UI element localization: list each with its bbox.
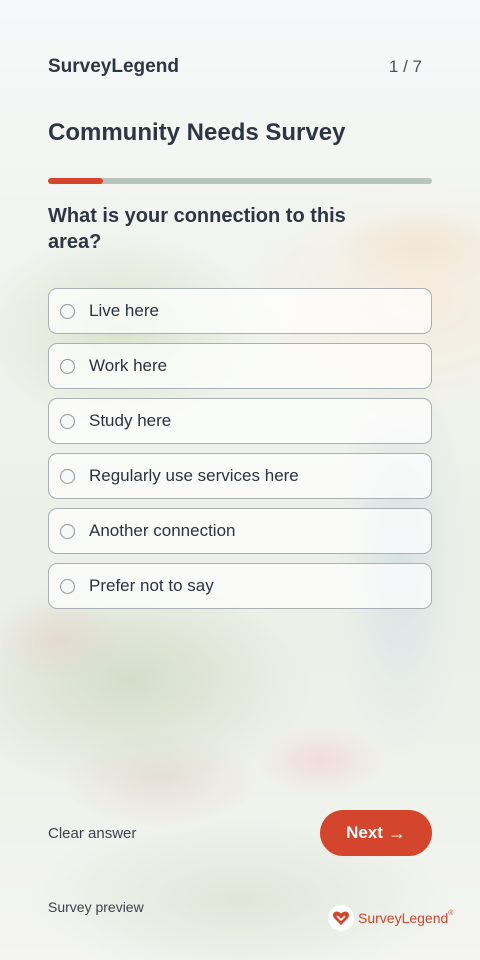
clear-answer-link[interactable]: Clear answer xyxy=(48,825,136,842)
next-button-label: Next xyxy=(346,823,383,842)
progress-fill xyxy=(48,178,103,184)
answer-options: Live here Work here Study here Regularly… xyxy=(48,288,432,609)
header: SurveyLegend 1 / 7 xyxy=(48,56,422,78)
option-label: Another connection xyxy=(89,521,236,540)
radio-unchecked-icon[interactable] xyxy=(60,523,75,539)
question-text: What is your connection to this area? xyxy=(48,205,346,253)
option-label: Study here xyxy=(89,411,172,430)
footer-logo[interactable]: SurveyLegend® xyxy=(328,905,453,931)
footer-logo-text: SurveyLegend® xyxy=(358,910,454,926)
arrow-right-icon: → xyxy=(387,822,406,843)
option-label: Prefer not to say xyxy=(89,576,214,595)
question-counter: 1 / 7 xyxy=(388,57,422,76)
radio-unchecked-icon[interactable] xyxy=(60,468,75,484)
brand-name: SurveyLegend xyxy=(48,56,179,77)
option-use-services[interactable]: Regularly use services here xyxy=(48,453,432,499)
next-button[interactable]: Next → xyxy=(320,810,432,856)
option-label: Regularly use services here xyxy=(89,466,299,485)
radio-unchecked-icon[interactable] xyxy=(60,413,75,429)
progress-bar xyxy=(48,178,432,184)
option-study-here[interactable]: Study here xyxy=(48,398,432,444)
surveylegend-heart-icon xyxy=(328,905,354,931)
option-live-here[interactable]: Live here xyxy=(48,288,432,334)
radio-unchecked-icon[interactable] xyxy=(60,578,75,594)
survey-preview-label: Survey preview xyxy=(48,899,144,915)
option-work-here[interactable]: Work here xyxy=(48,343,432,389)
option-another-connection[interactable]: Another connection xyxy=(48,508,432,554)
radio-unchecked-icon[interactable] xyxy=(60,303,75,319)
radio-unchecked-icon[interactable] xyxy=(60,358,75,374)
survey-title: Community Needs Survey xyxy=(48,119,346,146)
option-label: Work here xyxy=(89,356,168,375)
option-label: Live here xyxy=(89,301,159,320)
option-prefer-not-to-say[interactable]: Prefer not to say xyxy=(48,563,432,609)
